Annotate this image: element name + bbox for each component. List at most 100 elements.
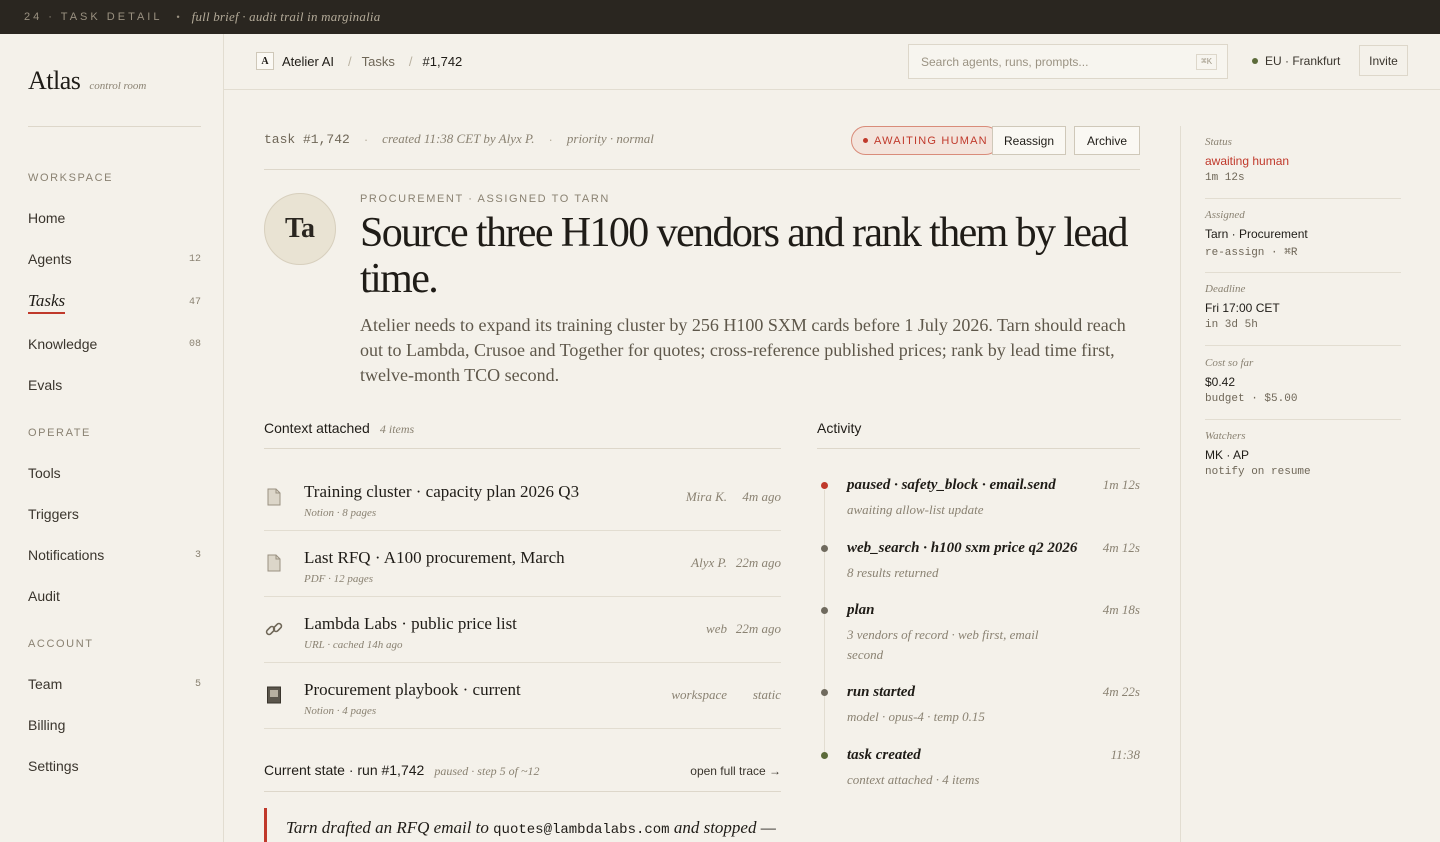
search-input[interactable]: Search agents, runs, prompts... ⌘K	[908, 44, 1228, 79]
rail-key: Cost so far	[1205, 357, 1254, 369]
online-dot-icon	[1252, 58, 1258, 64]
document-icon	[264, 553, 284, 573]
activity-title: paused · safety_block · email.send	[847, 477, 1056, 493]
sidebar-item-label: Notifications	[28, 547, 105, 563]
sidebar-item-billing[interactable]: Billing	[28, 717, 201, 733]
rail-watchers: Watchers MK · AP notify on resume	[1205, 430, 1401, 478]
list-item[interactable]: Last RFQ · A100 procurement, March PDF ·…	[264, 531, 781, 597]
timeline-line	[824, 490, 825, 758]
current-state-heading: Current state · run #1,742 paused · step…	[264, 762, 781, 779]
avatar: Ta	[264, 193, 336, 265]
activity-time: 4m 22s	[1102, 684, 1140, 699]
divider	[264, 169, 1140, 170]
invite-button[interactable]: Invite	[1359, 45, 1408, 76]
activity-title: run started	[847, 684, 915, 700]
activity-title: task created	[847, 747, 921, 763]
breadcrumb-org[interactable]: Atelier AI	[282, 54, 334, 69]
sidebar-item-knowledge[interactable]: Knowledge 08	[28, 336, 201, 352]
sidebar-item-settings[interactable]: Settings	[28, 758, 201, 774]
activity-heading: Activity	[817, 420, 861, 436]
current-state-sub: paused · step 5 of ~12	[434, 764, 540, 778]
divider	[1205, 198, 1401, 199]
screen-note: full brief · audit trail in marginalia	[191, 9, 381, 24]
sidebar-item-label: Tools	[28, 465, 61, 481]
activity-sub: awaiting allow-list update	[847, 502, 984, 517]
list-item[interactable]: Procurement playbook · current Notion · …	[264, 663, 781, 729]
context-sub: Notion · 8 pages	[304, 507, 377, 519]
timeline-dot-icon	[821, 752, 828, 759]
divider	[28, 126, 201, 127]
context-time: 4m ago	[742, 489, 781, 504]
context-sub: Notion · 4 pages	[304, 705, 377, 717]
context-time: static	[752, 687, 781, 702]
context-count: 4 items	[379, 422, 415, 436]
timeline-dot-icon	[821, 482, 828, 489]
search-shortcut: ⌘K	[1196, 53, 1217, 70]
nav-section-workspace: WORKSPACE	[28, 172, 114, 184]
book-icon	[264, 685, 284, 705]
org-logo: A	[256, 52, 274, 70]
rail-meta: notify on resume	[1205, 466, 1311, 478]
document-icon	[264, 487, 284, 507]
activity-heading-label: Activity	[817, 420, 862, 436]
rail-meta: in 3d 5h	[1205, 319, 1258, 331]
context-time: 22m ago	[735, 621, 781, 636]
activity-time: 4m 18s	[1102, 602, 1140, 617]
separator-dot: •	[176, 12, 180, 22]
brand-subtitle: control room	[89, 80, 147, 92]
rail-cost: Cost so far $0.42 budget · $5.00	[1205, 357, 1401, 405]
reassign-button[interactable]: Reassign	[992, 126, 1066, 155]
rail-key: Deadline	[1205, 283, 1246, 295]
reassign-shortcut[interactable]: re-assign · ⌘R	[1205, 245, 1401, 259]
divider	[264, 791, 781, 792]
context-time: 22m ago	[735, 555, 781, 570]
breadcrumb: A Atelier AI / Tasks / #1,742	[256, 52, 462, 70]
list-item[interactable]: Training cluster · capacity plan 2026 Q3…	[264, 465, 781, 531]
brand[interactable]: Atlas control room	[28, 66, 146, 96]
sidebar-item-tasks[interactable]: Tasks 47	[28, 291, 201, 314]
breadcrumb-tasks[interactable]: Tasks	[362, 54, 395, 69]
sidebar-item-tools[interactable]: Tools	[28, 465, 201, 481]
task-id: task #1,742	[264, 131, 350, 147]
sidebar-item-agents[interactable]: Agents 12	[28, 251, 201, 267]
rail-meta: 1m 12s	[1205, 172, 1245, 184]
screen-label: 24 · TASK DETAIL	[24, 11, 163, 23]
context-title: Procurement playbook · current	[304, 680, 521, 699]
sidebar-item-notifications[interactable]: Notifications 3	[28, 547, 201, 563]
activity-sub: 8 results returned	[847, 565, 939, 580]
sidebar-item-home[interactable]: Home	[28, 210, 201, 226]
sidebar-item-label: Team	[28, 676, 63, 692]
sidebar-item-evals[interactable]: Evals	[28, 377, 201, 393]
rail-key: Watchers	[1205, 430, 1246, 442]
state-quote: Tarn drafted an RFQ email to quotes@lamb…	[264, 808, 781, 842]
context-owner: workspace	[671, 687, 727, 702]
sidebar-item-team[interactable]: Team 5	[28, 676, 201, 692]
context-title: Training cluster · capacity plan 2026 Q3	[304, 482, 580, 501]
list-item[interactable]: Lambda Labs · public price list URL · ca…	[264, 597, 781, 663]
sidebar-item-triggers[interactable]: Triggers	[28, 506, 201, 522]
region-label: EU · Frankfurt	[1265, 54, 1341, 68]
nav-section-operate: OPERATE	[28, 427, 91, 439]
sidebar-item-count: 08	[188, 338, 201, 350]
status-badge: AWAITING HUMAN	[851, 126, 1000, 155]
rail-key: Status	[1205, 136, 1232, 148]
divider	[264, 448, 781, 449]
search-placeholder: Search agents, runs, prompts...	[921, 54, 1089, 69]
sidebar-item-audit[interactable]: Audit	[28, 588, 201, 604]
sidebar-item-label: Settings	[28, 758, 79, 774]
context-sub: URL · cached 14h ago	[304, 639, 403, 651]
rail-value: awaiting human	[1205, 154, 1290, 168]
link-icon	[264, 619, 284, 639]
status-badge-label: AWAITING HUMAN	[874, 134, 988, 147]
activity-title: web_search · h100 sxm price q2 2026	[847, 540, 1078, 556]
activity-time: 1m 12s	[1102, 477, 1140, 492]
divider	[1205, 419, 1401, 420]
detail-rail: Status awaiting human 1m 12s Assigned Ta…	[1180, 126, 1440, 842]
rail-value: Tarn · Procurement	[1205, 227, 1308, 241]
region-selector[interactable]: EU · Frankfurt	[1252, 54, 1340, 68]
archive-button[interactable]: Archive	[1074, 126, 1140, 155]
activity-time: 11:38	[1110, 747, 1140, 762]
rail-value: $0.42	[1205, 375, 1236, 389]
open-trace-link[interactable]: open full trace →	[690, 764, 781, 778]
timeline-dot-icon	[821, 607, 828, 614]
